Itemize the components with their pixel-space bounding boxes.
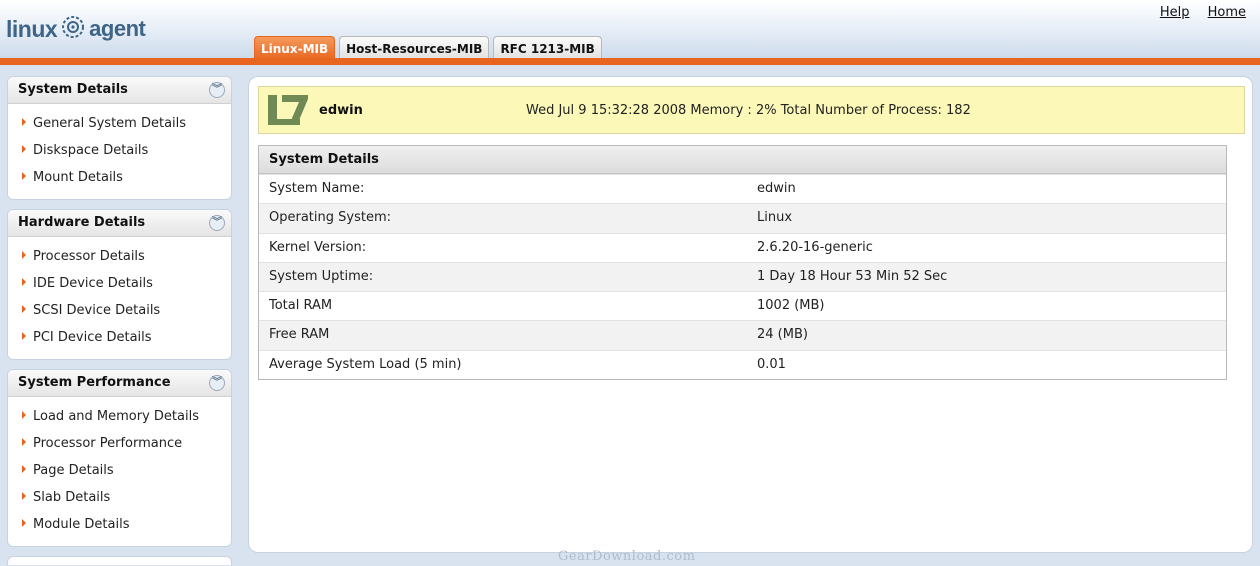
row-label: Average System Load (5 min): [269, 356, 462, 372]
row-label: Operating System:: [269, 210, 391, 226]
panel-title: Hardware Details: [18, 215, 146, 230]
row-value: 1 Day 18 Hour 53 Min 52 Sec: [757, 268, 948, 284]
panel-header[interactable]: System Details ︾: [8, 77, 231, 104]
row-label: System Uptime:: [269, 268, 374, 284]
sidebar: System Details ︾ General System Details …: [7, 76, 232, 565]
row-value: 2.6.20-16-generic: [757, 239, 873, 255]
bullet-arrow-icon: [22, 518, 26, 527]
panel-header[interactable]: System Performance ︾: [8, 370, 231, 397]
header-divider: [0, 58, 1260, 65]
sidebar-item-slab-details[interactable]: Slab Details: [8, 484, 231, 511]
bullet-arrow-icon: [22, 331, 26, 340]
main-content: edwin Wed Jul 9 15:32:28 2008 Memory : 2…: [248, 76, 1253, 553]
sidebar-item-ide-device-details[interactable]: IDE Device Details: [8, 270, 231, 297]
table-row: System Name: edwin: [259, 174, 1226, 203]
tab-host-resources-mib[interactable]: Host-Resources-MIB: [339, 36, 490, 60]
row-value: 0.01: [757, 356, 786, 372]
sidebar-item-label: Load and Memory Details: [33, 409, 199, 424]
top-header: linux agent Help Home Linux-MIB Host-Res…: [0, 0, 1260, 60]
sidebar-item-mount-details[interactable]: Mount Details: [8, 164, 231, 191]
chevron-double-down-icon[interactable]: ︾: [209, 375, 225, 391]
chevron-double-down-icon[interactable]: ︾: [209, 82, 225, 98]
watermark-text: GearDownload.com: [558, 549, 696, 564]
sidebar-item-scsi-device-details[interactable]: SCSI Device Details: [8, 297, 231, 324]
bullet-arrow-icon: [22, 491, 26, 500]
row-value: 24 (MB): [757, 327, 808, 343]
bullet-arrow-icon: [22, 304, 26, 313]
table-row: System Uptime: 1 Day 18 Hour 53 Min 52 Se…: [259, 261, 1226, 292]
top-links: Help Home: [1146, 5, 1246, 20]
sidebar-item-label: Diskspace Details: [33, 143, 149, 158]
sidebar-item-diskspace-details[interactable]: Diskspace Details: [8, 137, 231, 164]
tab-linux-mib[interactable]: Linux-MIB: [254, 36, 336, 60]
table-row: Free RAM 24 (MB): [259, 320, 1226, 350]
sidebar-item-general-system-details[interactable]: General System Details: [8, 110, 231, 137]
row-label: System Name:: [269, 181, 365, 196]
tab-rfc-1213-mib[interactable]: RFC 1213-MIB: [493, 36, 602, 60]
row-value: edwin: [757, 181, 796, 196]
sidebar-item-label: SCSI Device Details: [33, 303, 161, 318]
table-row: Average System Load (5 min) 0.01: [259, 349, 1226, 379]
panel-header[interactable]: Hardware Details ︾: [8, 210, 231, 237]
sidebar-item-label: Module Details: [33, 517, 130, 532]
logo-text-left: linux: [6, 15, 58, 42]
home-link[interactable]: Home: [1208, 5, 1246, 20]
linux-agent-logo[interactable]: linux agent: [6, 14, 146, 44]
sidebar-panel-partial: [7, 556, 232, 565]
table-row: Total RAM 1002 (MB): [259, 291, 1226, 320]
sidebar-panel-system-performance: System Performance ︾ Load and Memory Det…: [7, 369, 232, 547]
panel-title: System Details: [18, 82, 128, 97]
sidebar-item-module-details[interactable]: Module Details: [8, 511, 231, 538]
sidebar-item-page-details[interactable]: Page Details: [8, 457, 231, 484]
row-value: Linux: [757, 210, 793, 226]
bullet-arrow-icon: [22, 464, 26, 473]
sidebar-item-label: Processor Performance: [33, 436, 183, 451]
logo-text-right: agent: [89, 16, 146, 41]
bullet-arrow-icon: [22, 277, 26, 286]
status-line: Wed Jul 9 15:32:28 2008 Memory : 2% Tota…: [526, 103, 971, 118]
row-label: Kernel Version:: [269, 239, 367, 255]
system-details-table: System Details System Name: edwin Operati…: [258, 145, 1227, 381]
row-label: Free RAM: [269, 327, 330, 343]
sidebar-item-label: Processor Details: [33, 249, 145, 264]
sidebar-item-load-and-memory-details[interactable]: Load and Memory Details: [8, 403, 231, 430]
bullet-arrow-icon: [22, 171, 26, 180]
sidebar-panel-system-details: System Details ︾ General System Details …: [7, 76, 232, 200]
sidebar-item-label: General System Details: [33, 116, 187, 131]
sidebar-item-label: PCI Device Details: [33, 330, 152, 345]
help-link[interactable]: Help: [1160, 5, 1190, 20]
row-value: 1002 (MB): [757, 298, 825, 314]
bullet-arrow-icon: [22, 250, 26, 259]
table-row: Kernel Version: 2.6.20-16-generic: [259, 232, 1226, 262]
sidebar-item-processor-performance[interactable]: Processor Performance: [8, 430, 231, 457]
bullet-arrow-icon: [22, 144, 26, 153]
table-title: System Details: [259, 146, 1226, 174]
bullet-arrow-icon: [22, 437, 26, 446]
sidebar-item-processor-details[interactable]: Processor Details: [8, 243, 231, 270]
linux-host-icon: [264, 92, 312, 128]
bullet-arrow-icon: [22, 410, 26, 419]
table-row: Operating System: Linux: [259, 203, 1226, 233]
panel-title: System Performance: [18, 375, 171, 390]
row-label: Total RAM: [269, 298, 333, 314]
sidebar-item-label: IDE Device Details: [33, 276, 153, 291]
chevron-double-down-icon[interactable]: ︾: [209, 215, 225, 231]
sidebar-panel-hardware-details: Hardware Details ︾ Processor Details IDE…: [7, 209, 232, 360]
sidebar-item-label: Page Details: [33, 463, 114, 478]
sidebar-item-label: Slab Details: [33, 490, 111, 505]
bullet-arrow-icon: [22, 117, 26, 126]
sidebar-item-pci-device-details[interactable]: PCI Device Details: [8, 324, 231, 351]
hostname: edwin: [319, 103, 363, 118]
mib-tabs: Linux-MIB Host-Resources-MIB RFC 1213-MI…: [254, 36, 606, 60]
logo-gear-icon: [60, 14, 86, 44]
host-info-bar: edwin Wed Jul 9 15:32:28 2008 Memory : 2…: [258, 86, 1245, 134]
sidebar-item-label: Mount Details: [33, 170, 123, 185]
